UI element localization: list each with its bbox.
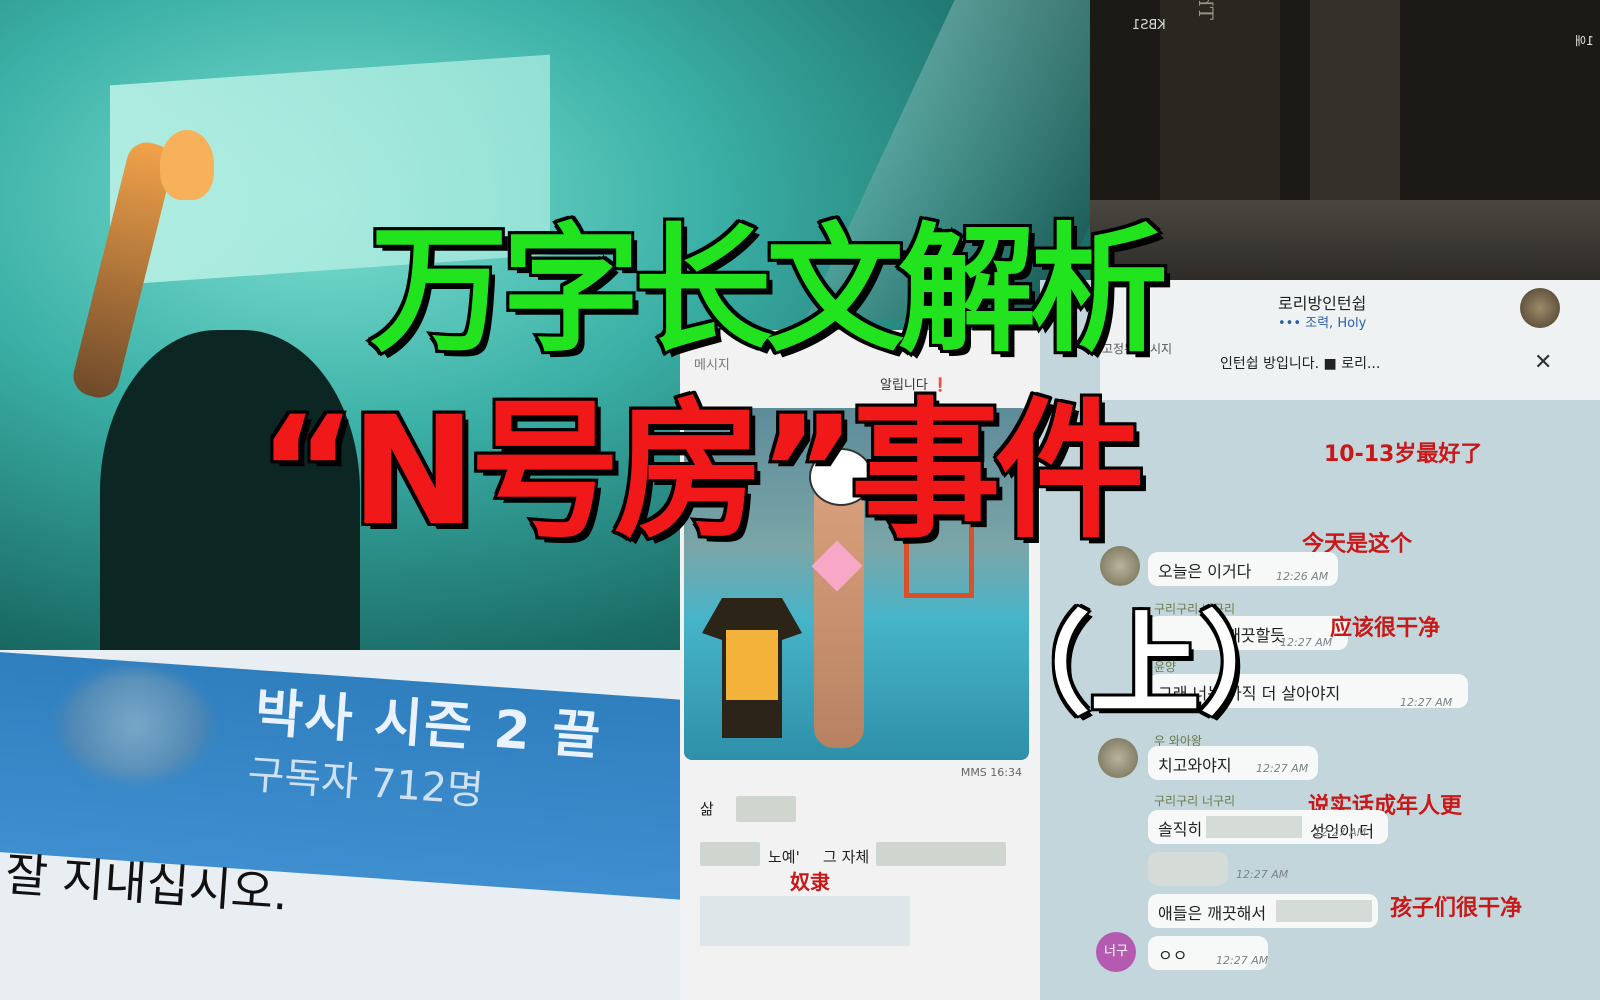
book-spine-2 — [1310, 0, 1400, 230]
book-photo-panel: KBS1 The Hotel Book 1애 — [1090, 0, 1600, 290]
chat-bubble — [1148, 852, 1228, 886]
timestamp: 12:27 AM — [1236, 868, 1289, 881]
timestamp: 12:27 AM — [1216, 954, 1269, 967]
participant-avatar: 너구 — [1096, 932, 1136, 972]
title-line-1: 万字长文解析 — [367, 207, 1171, 374]
shelf — [1090, 200, 1600, 290]
message-text: ㅇㅇ — [1158, 946, 1188, 965]
raised-hand — [160, 130, 214, 200]
title-line-2: “N号房”事件 — [255, 382, 1148, 562]
room-name: 로리방인턴쉽 — [1278, 294, 1367, 313]
book-spine-text: The Hotel Book — [1194, 0, 1218, 20]
word-sal: 삶 — [700, 800, 714, 818]
telegram-screen-panel: 박사 시즌 2 끌 구독자 712명 잘 지내십시오. — [0, 650, 680, 1000]
room-members: ••• 조력, Holy — [1278, 316, 1367, 331]
caption: 10-13岁最好了 — [1324, 442, 1483, 467]
blurred-text — [736, 796, 796, 822]
corner-mark: 1애 — [1575, 34, 1594, 48]
caption-slave: 奴隶 — [790, 870, 830, 894]
message-text: 치고와야지 — [1158, 756, 1232, 775]
pinned-notice: 인턴쉽 방입니다. ■ 로리... — [1220, 356, 1381, 372]
message-text: 솔직히 — [1158, 820, 1203, 839]
title-line-3: （上） — [978, 599, 1313, 732]
caption: 孩子们很干净 — [1390, 896, 1523, 921]
caption: 应该很干净 — [1330, 616, 1441, 641]
timestamp: 12:27 AM — [1400, 696, 1453, 709]
mms-timestamp: MMS 16:34 — [960, 766, 1022, 779]
word-noye: 노예' — [768, 848, 800, 866]
word-geu-jache: 그 자체 — [823, 848, 870, 866]
room-avatar — [1520, 288, 1560, 328]
blurred-text — [1206, 816, 1302, 838]
blurred-text — [876, 842, 1006, 866]
timestamp: 12:27 AM — [1314, 826, 1367, 839]
message-text: 애들은 깨끗해서 — [1158, 904, 1267, 923]
participant-avatar — [1098, 738, 1138, 778]
lamp-glow — [726, 630, 778, 700]
blurred-text — [700, 842, 760, 866]
sender-name: 구리구리 너구리 — [1154, 794, 1236, 808]
tv-logo: KBS1 — [1132, 18, 1166, 33]
close-icon[interactable]: ✕ — [1534, 350, 1552, 375]
avatar — [60, 670, 210, 780]
book-spine — [1160, 0, 1280, 230]
timestamp: 12:27 AM — [1256, 762, 1309, 775]
blurred-block — [700, 896, 910, 946]
blurred-text — [1276, 900, 1372, 922]
